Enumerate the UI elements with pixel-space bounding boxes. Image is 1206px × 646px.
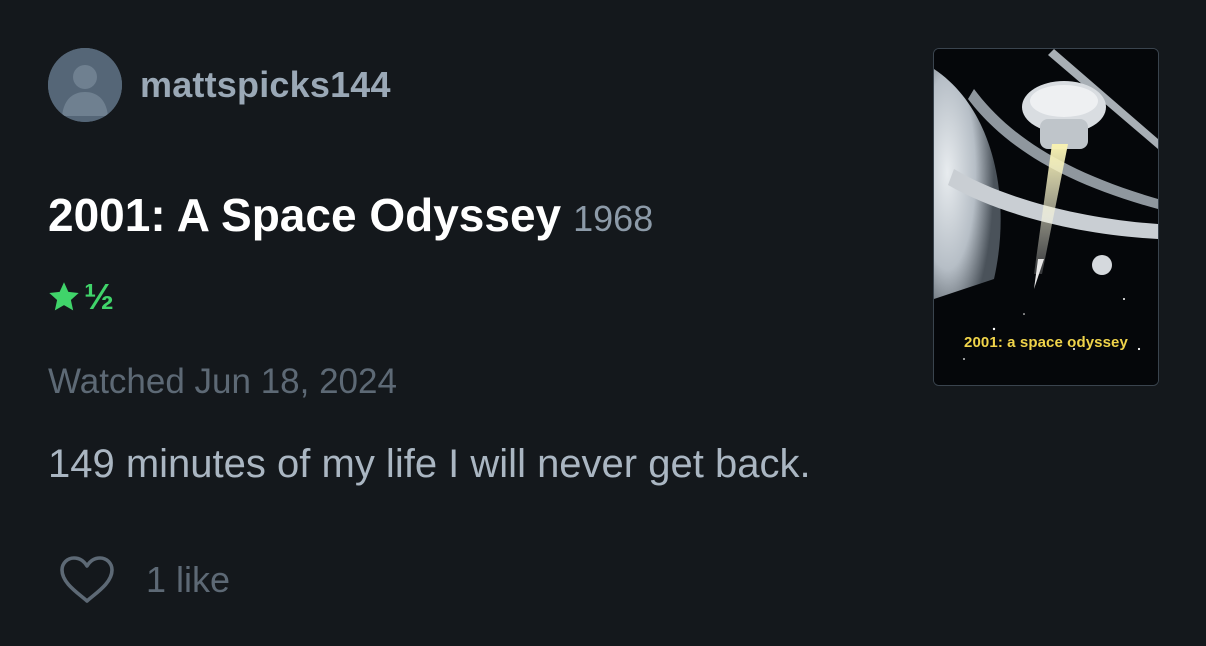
heart-outline-icon	[60, 556, 114, 603]
review-text: 149 minutes of my life I will never get …	[48, 442, 811, 486]
like-button[interactable]	[58, 555, 116, 605]
film-title[interactable]: 2001: A Space Odyssey	[48, 189, 561, 241]
avatar[interactable]	[48, 48, 122, 122]
person-silhouette-icon	[48, 48, 122, 122]
like-count[interactable]: 1 like	[146, 559, 230, 601]
review-card: mattspicks144 2001: A Space Odyssey 1968 …	[0, 0, 1206, 646]
film-year[interactable]: 1968	[573, 198, 653, 239]
poster-caption: 2001: a space odyssey	[964, 334, 1128, 351]
username[interactable]: mattspicks144	[140, 64, 391, 106]
half-star: ½	[84, 276, 115, 317]
film-poster[interactable]: 2001: a space odyssey	[933, 48, 1159, 386]
watched-date: Watched Jun 18, 2024	[48, 362, 397, 401]
star-icon	[49, 282, 79, 311]
star-rating: ½	[46, 276, 114, 318]
user-header[interactable]: mattspicks144	[48, 48, 391, 122]
likes-row: 1 like	[58, 555, 230, 605]
film-title-row: 2001: A Space Odyssey 1968	[48, 188, 653, 242]
